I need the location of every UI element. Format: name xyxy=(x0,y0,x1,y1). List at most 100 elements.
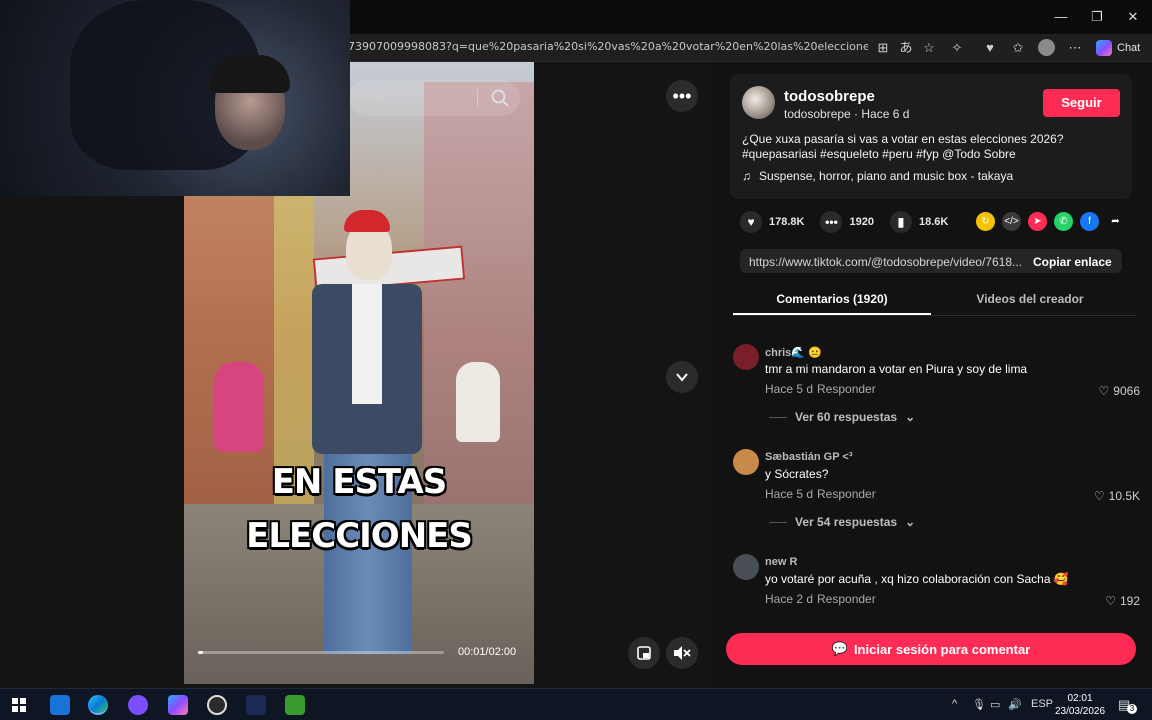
login-to-comment-button[interactable]: 💬 Iniciar sesión para comentar xyxy=(726,633,1136,665)
reply-button[interactable]: Responder xyxy=(817,487,876,501)
post-caption: ¿Que xuxa pasaría si vas a votar en esta… xyxy=(742,132,1122,162)
mute-button[interactable] xyxy=(666,637,698,669)
author-username[interactable]: todosobrepe xyxy=(784,88,875,105)
copilot-chat-button[interactable]: Chat xyxy=(1096,39,1140,57)
reply-button[interactable]: Responder xyxy=(817,382,876,396)
comment-icon: ••• xyxy=(820,211,843,233)
follow-button[interactable]: Seguir xyxy=(1043,89,1120,117)
share-link-box: https://www.tiktok.com/@todosobrepe/vide… xyxy=(740,249,1122,273)
replies-divider xyxy=(769,416,787,418)
edge-app-icon[interactable] xyxy=(88,695,108,715)
more-options-button[interactable]: ••• xyxy=(666,80,698,112)
windows-start-icon[interactable] xyxy=(12,698,26,712)
translate-icon[interactable]: あ xyxy=(897,39,915,57)
send-icon[interactable]: ➤ xyxy=(1028,212,1047,231)
comment-like-button[interactable]: ♡ 192 xyxy=(1105,594,1140,608)
video-progress-fill xyxy=(198,651,203,654)
share-link[interactable]: https://www.tiktok.com/@todosobrepe/vide… xyxy=(749,255,1021,269)
copilot-icon xyxy=(1096,40,1112,56)
profile-icon[interactable] xyxy=(1038,39,1056,57)
extensions-icon[interactable]: ✧ xyxy=(948,39,966,57)
embed-icon[interactable]: </> xyxy=(1002,212,1021,231)
more-options-icon[interactable]: ⋯ xyxy=(1066,39,1084,57)
comment-like-count: 10.5K xyxy=(1108,489,1140,503)
copilot-app-icon[interactable] xyxy=(168,695,188,715)
commenter-avatar[interactable] xyxy=(733,554,759,580)
view-replies-label: Ver 60 respuestas xyxy=(795,410,898,424)
save-stat[interactable]: ▮ 18.6K xyxy=(889,211,948,233)
commenter-name[interactable]: Sæbastián GP <³ xyxy=(765,451,853,463)
view-replies-label: Ver 54 respuestas xyxy=(795,515,898,529)
windows-taskbar: ^ 🎙 ▭ 🔊 ESP 02:01 23/03/2026 ▤ 3 xyxy=(0,688,1152,720)
comment-time: Hace 5 d xyxy=(765,382,814,396)
microphone-icon[interactable]: 🎙 xyxy=(972,698,986,711)
copy-link-button[interactable]: Copiar enlace xyxy=(1033,255,1112,269)
url-field[interactable]: 73907009998083?q=que%20pasaria%20si%20va… xyxy=(348,40,868,53)
volume-icon[interactable]: 🔊 xyxy=(1008,698,1022,711)
comment-bubble-icon: 💬 xyxy=(831,641,848,656)
video-caption-line1: EN ESTAS xyxy=(271,462,448,502)
picture-in-picture-button[interactable] xyxy=(628,637,660,669)
caption-hashtags[interactable]: #quepasariasi #esqueleto #peru #fyp @Tod… xyxy=(742,147,1122,162)
discord-app-icon[interactable] xyxy=(128,695,148,715)
whatsapp-icon[interactable]: ✆ xyxy=(1054,212,1073,231)
comment-stat[interactable]: ••• 1920 xyxy=(820,211,874,233)
commenter-name[interactable]: chris🌊 😐 xyxy=(765,346,822,359)
details-panel: todosobrepe todosobrepe · Hace 6 d Segui… xyxy=(713,62,1152,688)
network-icon[interactable]: ▭ xyxy=(990,698,1000,711)
tab-comments[interactable]: Comentarios (1920) xyxy=(733,292,931,306)
login-label: Iniciar sesión para comentar xyxy=(853,641,1031,657)
search-icon[interactable] xyxy=(489,87,511,109)
restore-button[interactable]: ❐ xyxy=(1082,6,1112,28)
clock-time: 02:01 xyxy=(1067,693,1093,704)
share-arrow-icon[interactable]: ➦ xyxy=(1106,212,1125,231)
video-time: 00:01/02:00 xyxy=(458,646,517,658)
search-input[interactable]: onado xyxy=(349,90,385,105)
notification-button[interactable]: ▤ 3 xyxy=(1118,696,1137,714)
tab-creator-videos[interactable]: Videos del creador xyxy=(931,292,1129,306)
commenter-name[interactable]: new R xyxy=(765,556,797,568)
commenter-avatar[interactable] xyxy=(733,344,759,370)
favorite-star-icon[interactable]: ☆ xyxy=(920,39,938,57)
author-meta: todosobrepe · Hace 6 d xyxy=(784,107,910,121)
stacked-app-icon[interactable] xyxy=(246,695,266,715)
next-video-button[interactable] xyxy=(666,361,698,393)
author-avatar[interactable] xyxy=(742,86,775,119)
like-stat[interactable]: ♥ 178.8K xyxy=(740,211,804,233)
comment-like-button[interactable]: ♡ 9066 xyxy=(1099,384,1140,398)
music-link[interactable]: ♫ Suspense, horror, piano and music box … xyxy=(742,169,1013,183)
video-progress-bar[interactable] xyxy=(198,651,444,654)
taskbar-clock[interactable]: 02:01 23/03/2026 xyxy=(1050,692,1110,718)
minecraft-app-icon[interactable] xyxy=(285,695,305,715)
view-replies-button[interactable]: Ver 54 respuestas ⌄ xyxy=(769,515,915,529)
outlook-app-icon[interactable] xyxy=(50,695,70,715)
heart-outline-icon: ♡ xyxy=(1093,489,1105,503)
pip-icon xyxy=(637,646,651,660)
share-options: ↻ </> ➤ ✆ f ➦ xyxy=(976,212,1125,231)
obs-app-icon[interactable] xyxy=(207,695,227,715)
reply-button[interactable]: Responder xyxy=(817,592,876,606)
browser-essentials-icon[interactable]: ♥ xyxy=(981,39,999,57)
grid-icon[interactable]: ⊞ xyxy=(874,39,892,57)
chevron-down-icon: ⌄ xyxy=(905,410,916,424)
chevron-down-icon: ⌄ xyxy=(905,515,916,529)
search-bar[interactable]: onado xyxy=(349,80,520,116)
comment-time: Hace 2 d xyxy=(765,592,814,606)
caption-line1: ¿Que xuxa pasaría si vas a votar en esta… xyxy=(742,132,1064,146)
speaker-muted-icon xyxy=(674,646,691,660)
comment-text: yo votaré por acuña , xq hizo colaboraci… xyxy=(765,572,1069,586)
close-window-button[interactable]: ✕ xyxy=(1118,6,1148,28)
comment-like-button[interactable]: ♡ 10.5K xyxy=(1094,489,1140,503)
minimize-button[interactable]: — xyxy=(1046,6,1076,28)
view-replies-button[interactable]: Ver 60 respuestas ⌄ xyxy=(769,410,915,424)
commenter-avatar[interactable] xyxy=(733,449,759,475)
tray-overflow-icon[interactable]: ^ xyxy=(952,698,957,710)
facebook-icon[interactable]: f xyxy=(1080,212,1099,231)
favorites-icon[interactable]: ✩ xyxy=(1009,39,1027,57)
ellipsis-icon: ••• xyxy=(672,86,692,106)
webcam-overlay xyxy=(0,0,350,196)
post-description-card: todosobrepe todosobrepe · Hace 6 d Segui… xyxy=(730,74,1132,199)
comment-text: y Sócrates? xyxy=(765,467,829,481)
repost-icon[interactable]: ↻ xyxy=(976,212,995,231)
panel-tabs: Comentarios (1920) Videos del creador xyxy=(733,284,1137,316)
